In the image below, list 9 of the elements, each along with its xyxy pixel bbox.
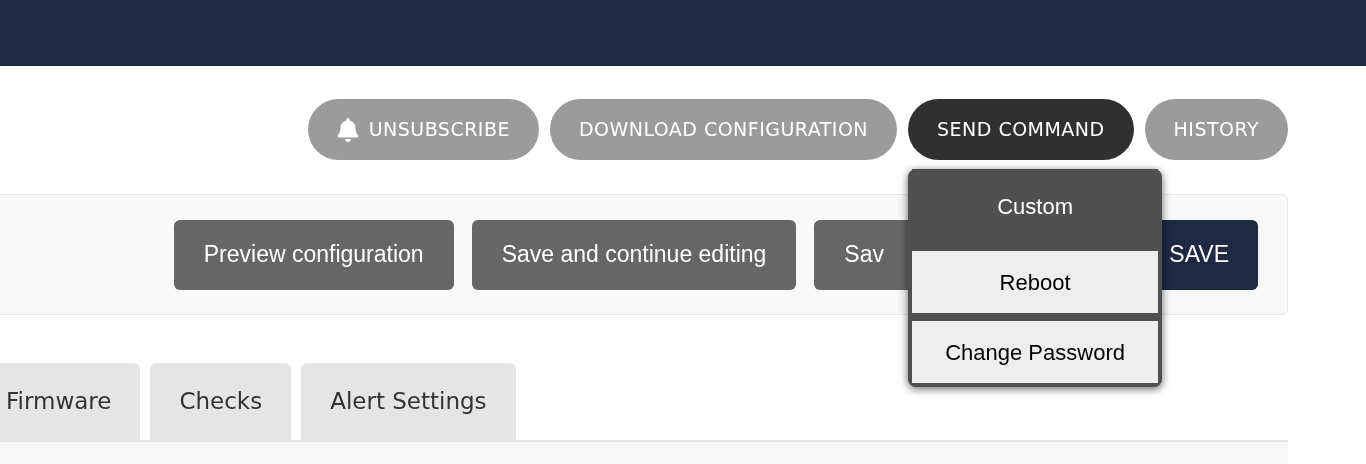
tab[interactable]: Firmware xyxy=(0,363,141,440)
action-button[interactable]: SEND COMMAND xyxy=(908,99,1134,160)
form-button[interactable]: Preview configuration xyxy=(173,219,454,290)
bell-icon xyxy=(336,117,359,142)
tab[interactable]: Alert Settings xyxy=(301,363,516,440)
menu-item[interactable]: Reboot xyxy=(912,251,1159,313)
form-button[interactable]: Save and continue editing xyxy=(471,219,797,290)
menu-item[interactable]: Change Password xyxy=(912,321,1159,383)
tab[interactable]: Checks xyxy=(150,363,292,440)
